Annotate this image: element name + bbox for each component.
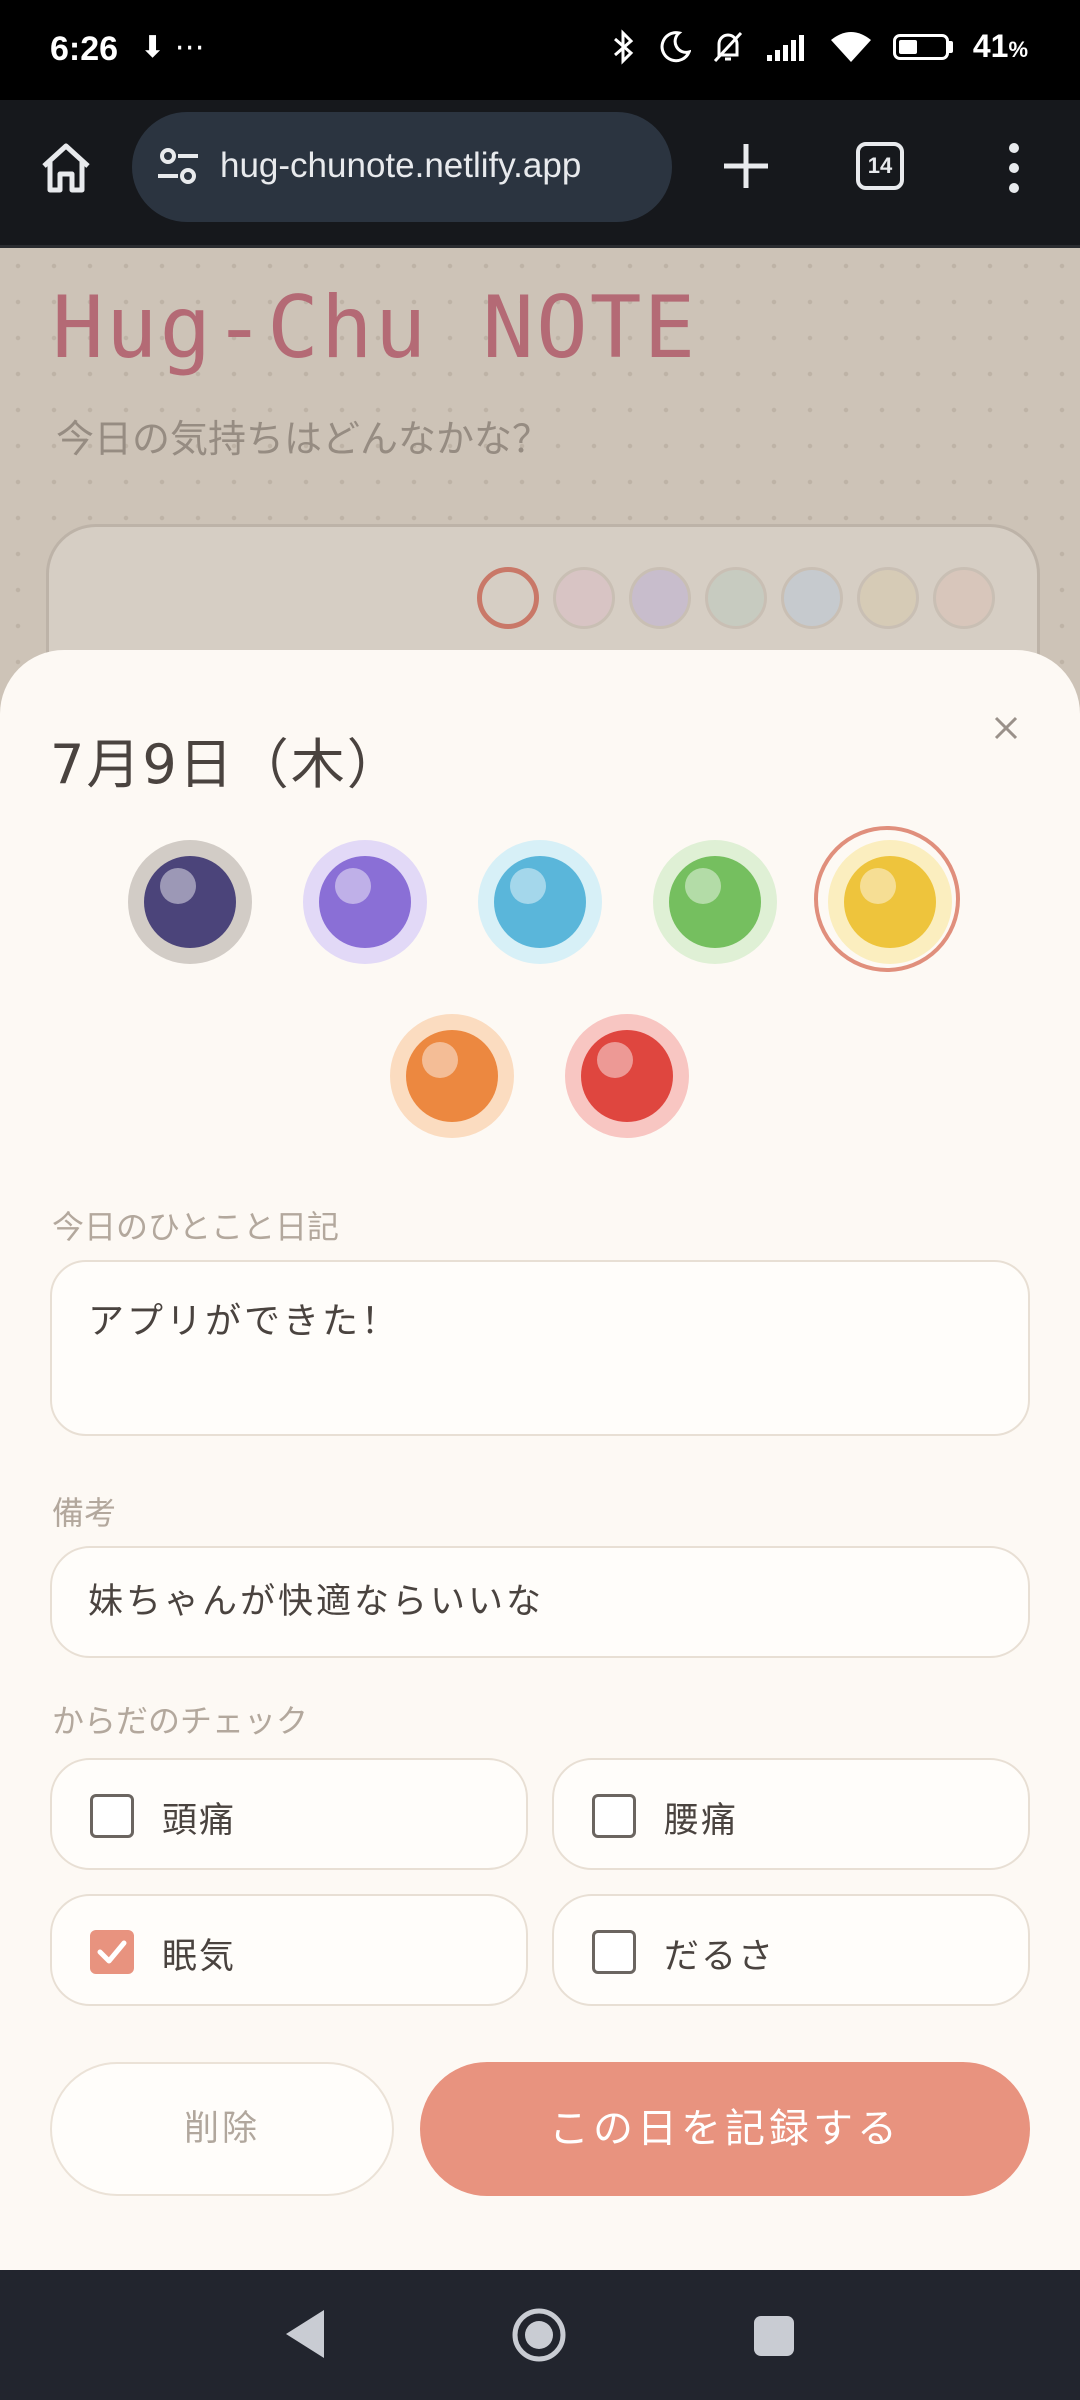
- checkbox[interactable]: [90, 1930, 134, 1974]
- bg-dot: [553, 567, 615, 629]
- wifi-icon: [830, 31, 871, 62]
- check-label: 眠気: [162, 1937, 237, 1977]
- mood-core: [406, 1030, 498, 1122]
- body-check-label: からだのチェック: [52, 1702, 309, 1740]
- sheet-date: 7月9日（木）: [50, 733, 403, 796]
- mood-core: [844, 856, 936, 948]
- mood-core: [144, 856, 236, 948]
- status-time: 6:26: [50, 30, 119, 68]
- new-tab-icon[interactable]: [718, 138, 774, 194]
- mood-orange-button[interactable]: [390, 1014, 514, 1138]
- recents-icon[interactable]: [754, 2316, 794, 2356]
- bg-dot: [629, 567, 691, 629]
- system-nav-bar: [0, 2270, 1080, 2400]
- bg-dot: [477, 567, 539, 629]
- signal-icon: [766, 34, 804, 61]
- checkbox[interactable]: [90, 1794, 134, 1838]
- checkbox[interactable]: [592, 1794, 636, 1838]
- mood-core: [494, 856, 586, 948]
- mood-highlight: [510, 868, 546, 904]
- site-settings-icon[interactable]: [154, 142, 202, 190]
- app-subtitle: 今日の気持ちはどんなかな？: [56, 417, 551, 461]
- home-nav-icon[interactable]: [510, 2306, 568, 2364]
- mood-highlight: [685, 868, 721, 904]
- mood-green-button[interactable]: [653, 840, 777, 964]
- mood-core: [581, 1030, 673, 1122]
- status-bar: 6:26 ⬇ ⋯ 41%: [0, 0, 1080, 100]
- app-title: Hug-Chu NOTE: [52, 278, 698, 378]
- mood-yellow-button[interactable]: [814, 826, 960, 972]
- checkbox[interactable]: [592, 1930, 636, 1974]
- checkmark-icon: [97, 1940, 127, 1964]
- mood-red-button[interactable]: [565, 1014, 689, 1138]
- diary-textarea[interactable]: アプリができた！: [50, 1260, 1030, 1436]
- check-headache[interactable]: 頭痛: [50, 1758, 528, 1870]
- check-fatigue[interactable]: だるさ: [552, 1894, 1030, 2006]
- background-color-dots: [477, 567, 995, 629]
- mute-bell-icon: [713, 31, 742, 62]
- notes-label: 備考: [52, 1494, 117, 1532]
- mood-navy-button[interactable]: [128, 840, 252, 964]
- check-label: 腰痛: [664, 1801, 739, 1841]
- mood-highlight: [860, 868, 896, 904]
- address-bar[interactable]: hug-chunote.netlify.app: [132, 112, 672, 222]
- diary-label: 今日のひとこと日記: [52, 1208, 340, 1246]
- check-backache[interactable]: 腰痛: [552, 1758, 1030, 1870]
- check-label: 頭痛: [162, 1801, 237, 1841]
- download-notification-icon: ⬇ ⋯: [140, 30, 205, 65]
- bluetooth-icon: [613, 28, 634, 65]
- home-icon[interactable]: [36, 138, 96, 198]
- bg-dot: [857, 567, 919, 629]
- notes-input[interactable]: 妹ちゃんが快適ならいいな: [50, 1546, 1030, 1658]
- bg-dot: [705, 567, 767, 629]
- delete-button[interactable]: 削除: [50, 2062, 394, 2196]
- browser-toolbar: hug-chunote.netlify.app 14: [0, 100, 1080, 248]
- mood-highlight: [597, 1042, 633, 1078]
- mood-core: [669, 856, 761, 948]
- bg-dot: [781, 567, 843, 629]
- battery-percent: 41%: [972, 28, 1028, 64]
- tab-switcher-button[interactable]: 14: [856, 142, 904, 190]
- bg-dot: [933, 567, 995, 629]
- url-text[interactable]: hug-chunote.netlify.app: [220, 146, 581, 186]
- mood-blue-button[interactable]: [478, 840, 602, 964]
- back-icon[interactable]: [280, 2306, 330, 2362]
- mood-highlight: [335, 868, 371, 904]
- day-entry-sheet: 7月9日（木） 今日のひとこと日記 アプリができた！ 備考 妹ちゃんが快適ならい…: [0, 650, 1080, 2270]
- save-button[interactable]: この日を記録する: [420, 2062, 1030, 2196]
- page-background: Hug-Chu NOTE 今日の気持ちはどんなかな？ 7月9日（木） 今日のひと…: [0, 248, 1080, 2270]
- mood-purple-button[interactable]: [303, 840, 427, 964]
- battery-icon: [892, 33, 953, 60]
- check-label: だるさ: [664, 1937, 776, 1977]
- check-sleepiness[interactable]: 眠気: [50, 1894, 528, 2006]
- dnd-moon-icon: [660, 30, 691, 62]
- mood-highlight: [160, 868, 196, 904]
- status-icons: 41%: [609, 28, 1028, 65]
- close-icon[interactable]: [980, 702, 1032, 754]
- mood-highlight: [422, 1042, 458, 1078]
- mood-core: [319, 856, 411, 948]
- more-menu-icon[interactable]: [1000, 140, 1028, 196]
